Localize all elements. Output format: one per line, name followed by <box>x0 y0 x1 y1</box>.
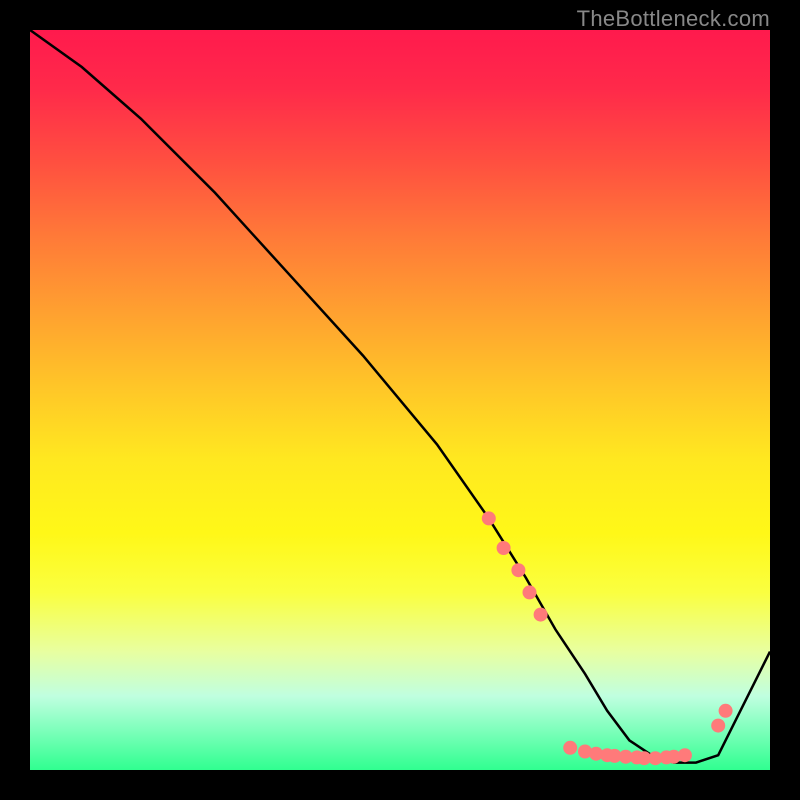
data-marker <box>563 741 577 755</box>
watermark-text: TheBottleneck.com <box>577 6 770 32</box>
data-marker <box>534 608 548 622</box>
data-marker <box>497 541 511 555</box>
bottleneck-curve <box>30 30 770 763</box>
chart-svg <box>30 30 770 770</box>
data-marker <box>678 748 692 762</box>
chart-container: TheBottleneck.com <box>0 0 800 800</box>
data-marker <box>719 704 733 718</box>
data-marker <box>511 563 525 577</box>
plot-area <box>30 30 770 770</box>
data-marker <box>711 719 725 733</box>
data-markers <box>482 511 733 765</box>
data-marker <box>523 585 537 599</box>
data-marker <box>482 511 496 525</box>
